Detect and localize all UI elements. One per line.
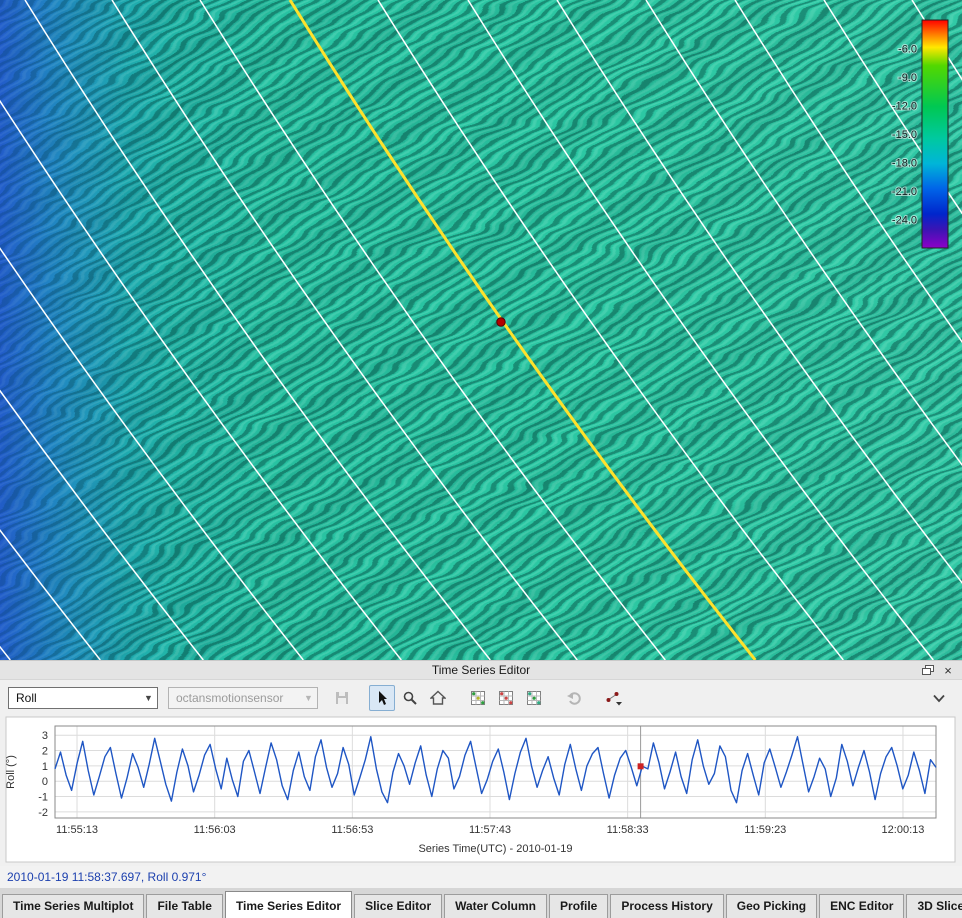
editor-toolbar: Roll ▼ octansmotionsensor ▼ bbox=[0, 680, 962, 716]
float-window-icon bbox=[922, 665, 934, 676]
chevron-down-icon: ▼ bbox=[140, 693, 157, 703]
grid-accept-button[interactable] bbox=[465, 685, 491, 711]
tab-process-history[interactable]: Process History bbox=[610, 894, 723, 918]
map-position-marker bbox=[497, 318, 505, 326]
svg-text:Roll (°): Roll (°) bbox=[5, 755, 17, 789]
panel-title: Time Series Editor bbox=[0, 663, 962, 677]
svg-text:1: 1 bbox=[42, 761, 48, 773]
grid-accept-icon bbox=[470, 690, 486, 706]
svg-text:-18.0: -18.0 bbox=[892, 158, 917, 170]
grid-filter-icon bbox=[526, 690, 542, 706]
undo-icon bbox=[566, 690, 582, 706]
tab-geo-picking[interactable]: Geo Picking bbox=[726, 894, 817, 918]
svg-text:-9.0: -9.0 bbox=[898, 72, 917, 84]
svg-text:11:58:33: 11:58:33 bbox=[607, 824, 649, 836]
save-icon bbox=[334, 690, 350, 706]
colorbar-gradient bbox=[922, 20, 948, 248]
grid-reject-button[interactable] bbox=[493, 685, 519, 711]
svg-text:-24.0: -24.0 bbox=[892, 215, 917, 227]
bathymetry-map-canvas: -6.0 -9.0 -12.0 -15.0 -18.0 -21.0 -24.0 bbox=[0, 0, 962, 660]
tab-file-table[interactable]: File Table bbox=[146, 894, 222, 918]
collapse-panel-button[interactable] bbox=[926, 685, 952, 711]
svg-text:-6.0: -6.0 bbox=[898, 44, 917, 56]
plot-points-icon bbox=[605, 690, 623, 706]
panel-titlebar: Time Series Editor × bbox=[0, 660, 962, 680]
svg-text:-2: -2 bbox=[38, 807, 48, 819]
bathymetry-map-view[interactable]: -6.0 -9.0 -12.0 -15.0 -18.0 -21.0 -24.0 bbox=[0, 0, 962, 660]
undo-button[interactable] bbox=[561, 685, 587, 711]
grid-filter-button[interactable] bbox=[521, 685, 547, 711]
magnifier-icon bbox=[402, 690, 418, 706]
svg-text:Series Time(UTC) - 2010-01-19: Series Time(UTC) - 2010-01-19 bbox=[418, 843, 572, 855]
svg-text:11:55:13: 11:55:13 bbox=[56, 824, 98, 836]
home-icon bbox=[430, 690, 446, 706]
svg-text:11:59:23: 11:59:23 bbox=[744, 824, 786, 836]
time-series-plot: 11:55:13 11:56:03 11:56:53 11:57:43 11:58:33… bbox=[0, 716, 962, 866]
chevron-down-icon: ▼ bbox=[300, 693, 317, 703]
svg-text:11:57:43: 11:57:43 bbox=[469, 824, 511, 836]
plot-points-button[interactable] bbox=[601, 685, 627, 711]
svg-text:-21.0: -21.0 bbox=[892, 186, 917, 198]
deep-water-shading bbox=[0, 0, 962, 660]
cursor-arrow-icon bbox=[374, 690, 390, 706]
tab-profile[interactable]: Profile bbox=[549, 894, 608, 918]
svg-text:3: 3 bbox=[42, 730, 48, 742]
save-button[interactable] bbox=[329, 685, 355, 711]
tab-slice-editor[interactable]: Slice Editor bbox=[354, 894, 442, 918]
svg-text:11:56:53: 11:56:53 bbox=[331, 824, 373, 836]
zoom-button[interactable] bbox=[397, 685, 423, 711]
time-series-chart[interactable]: 11:55:13 11:56:03 11:56:53 11:57:43 11:58:33… bbox=[0, 716, 962, 866]
home-view-button[interactable] bbox=[425, 685, 451, 711]
svg-text:-1: -1 bbox=[38, 792, 48, 804]
close-panel-button[interactable]: × bbox=[938, 662, 958, 678]
chevron-down-icon bbox=[931, 690, 947, 706]
cursor-readout: 2010-01-19 11:58:37.697, Roll 0.971° bbox=[7, 870, 206, 884]
tab-enc-editor[interactable]: ENC Editor bbox=[819, 894, 904, 918]
grid-reject-icon bbox=[498, 690, 514, 706]
svg-text:11:56:03: 11:56:03 bbox=[194, 824, 236, 836]
tab-time-series-editor[interactable]: Time Series Editor bbox=[225, 891, 352, 918]
svg-text:12:00:13: 12:00:13 bbox=[882, 824, 925, 836]
select-cursor-button[interactable] bbox=[369, 685, 395, 711]
svg-text:-12.0: -12.0 bbox=[892, 101, 917, 113]
status-bar: 2010-01-19 11:58:37.697, Roll 0.971° bbox=[0, 866, 962, 888]
tab-water-column[interactable]: Water Column bbox=[444, 894, 547, 918]
float-panel-button[interactable] bbox=[918, 662, 938, 678]
sensor-select: octansmotionsensor ▼ bbox=[168, 687, 318, 709]
field-select-value: Roll bbox=[16, 691, 140, 705]
field-select[interactable]: Roll ▼ bbox=[8, 687, 158, 709]
svg-text:2: 2 bbox=[42, 746, 48, 758]
sensor-select-value: octansmotionsensor bbox=[176, 691, 300, 705]
svg-text:0: 0 bbox=[42, 776, 48, 788]
svg-text:-15.0: -15.0 bbox=[892, 129, 917, 141]
tab-3d-slice-editor[interactable]: 3D Slice Editor bbox=[906, 894, 962, 918]
tab-time-series-multiplot[interactable]: Time Series Multiplot bbox=[2, 894, 144, 918]
bottom-tab-bar: Time Series MultiplotFile TableTime Seri… bbox=[0, 888, 962, 918]
application-window: -6.0 -9.0 -12.0 -15.0 -18.0 -21.0 -24.0 Time S… bbox=[0, 0, 962, 918]
close-icon: × bbox=[944, 664, 952, 677]
